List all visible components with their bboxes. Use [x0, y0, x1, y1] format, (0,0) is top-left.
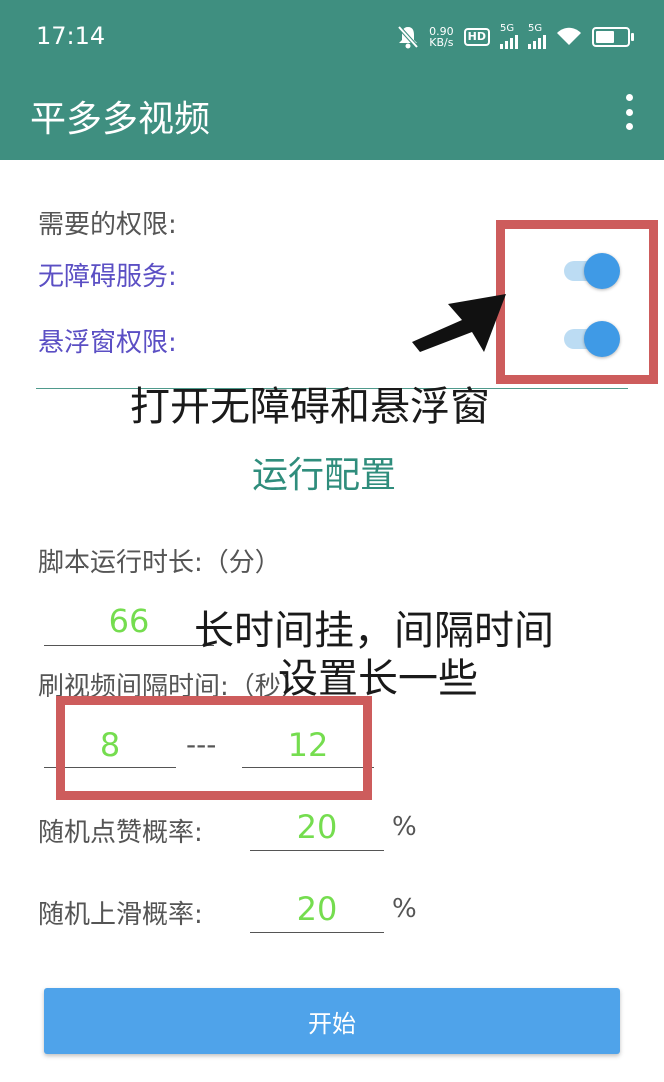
duration-label: 脚本运行时长:（分）	[38, 548, 281, 578]
start-button[interactable]: 开始	[44, 988, 620, 1054]
wifi-icon	[557, 27, 581, 45]
config-title: 运行配置	[252, 455, 397, 496]
status-time: 17:14	[36, 22, 106, 50]
signal-icon-sim2: 5G	[528, 23, 546, 49]
interval-highlight-box	[56, 696, 372, 800]
hd-voice-icon: HD	[463, 28, 490, 46]
sim2-network-type: 5G	[528, 23, 543, 34]
overlay-permission-label: 悬浮窗权限:	[38, 328, 177, 358]
app-bar: 平多多视频	[0, 76, 664, 160]
app-title: 平多多视频	[30, 99, 211, 140]
like-probability-underline	[250, 850, 384, 851]
sim1-network-type: 5G	[500, 23, 515, 34]
like-probability-label: 随机点赞概率:	[38, 818, 203, 848]
swipe-probability-underline	[250, 932, 384, 933]
notifications-muted-icon	[397, 25, 419, 49]
swipe-probability-input[interactable]: 20	[250, 890, 384, 928]
duration-input-underline	[44, 645, 214, 646]
network-speed: 0.90 KB/s	[429, 26, 454, 48]
annotation-open-permissions: 打开无障碍和悬浮窗	[130, 384, 490, 430]
accessibility-permission-label: 无障碍服务:	[38, 262, 177, 292]
like-probability-input[interactable]: 20	[250, 808, 384, 846]
swipe-probability-label: 随机上滑概率:	[38, 900, 203, 930]
status-icons: 0.90 KB/s HD 5G 5G	[397, 20, 634, 54]
toggle-highlight-box	[496, 220, 658, 384]
duration-input[interactable]: 66	[44, 602, 214, 640]
permissions-heading: 需要的权限:	[38, 210, 177, 240]
signal-icon-sim1: 5G	[500, 23, 518, 49]
battery-icon	[592, 27, 634, 47]
status-bar: 17:14 0.90 KB/s HD 5G 5G	[0, 0, 664, 76]
network-speed-unit: KB/s	[429, 36, 454, 49]
arrow-pointer-icon	[412, 294, 506, 352]
more-options-icon[interactable]	[622, 94, 636, 130]
swipe-probability-unit: %	[392, 894, 417, 924]
like-probability-unit: %	[392, 812, 417, 842]
